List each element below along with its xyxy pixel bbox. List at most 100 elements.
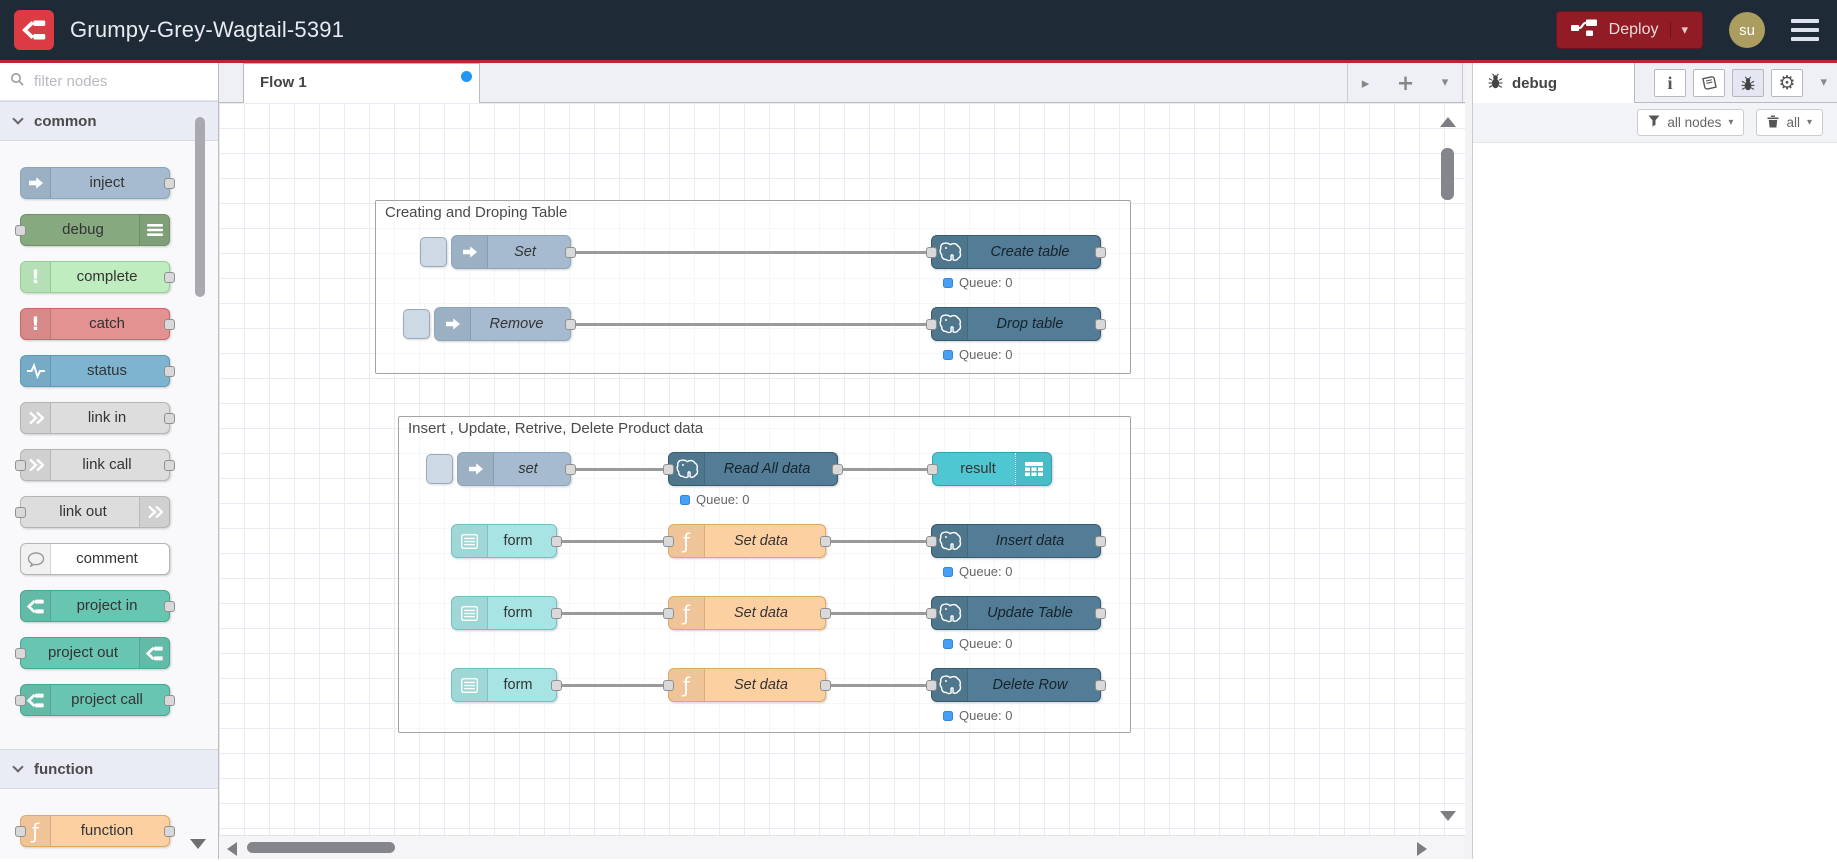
palette-category-function[interactable]: function xyxy=(0,749,218,789)
wire-set-data-to-insert-data[interactable] xyxy=(826,539,931,543)
node-set-data[interactable]: ƒ Set data xyxy=(663,596,831,630)
canvas-vertical-scrollbar-thumb[interactable] xyxy=(1441,148,1454,200)
wire-remove-to-drop-table[interactable] xyxy=(571,322,931,326)
node-port-in[interactable] xyxy=(15,826,26,837)
inject-trigger-button[interactable] xyxy=(426,454,453,484)
canvas-scroll-up-icon[interactable] xyxy=(1440,117,1456,127)
node-port-in[interactable] xyxy=(926,680,937,691)
node-port-out[interactable] xyxy=(164,826,175,837)
main-menu-icon[interactable] xyxy=(1787,15,1823,45)
node-port-out[interactable] xyxy=(551,608,562,619)
wire-set-data-to-delete-row[interactable] xyxy=(826,683,931,687)
node-port-in[interactable] xyxy=(15,460,26,471)
node-port-out[interactable] xyxy=(820,680,831,691)
node-port-out[interactable] xyxy=(565,464,576,475)
sidebar-collapse-chevron-icon[interactable]: ▾ xyxy=(1820,75,1827,90)
node-port-out[interactable] xyxy=(1095,319,1106,330)
node-port-out[interactable] xyxy=(551,680,562,691)
palette-node-project-in[interactable]: project in xyxy=(20,590,175,622)
inject-trigger-button[interactable] xyxy=(420,237,447,267)
node-port-out[interactable] xyxy=(565,247,576,258)
palette-filter-input[interactable] xyxy=(32,72,192,91)
node-port-in[interactable] xyxy=(926,536,937,547)
node-port-out[interactable] xyxy=(1095,608,1106,619)
palette-scrollbar-thumb[interactable] xyxy=(195,117,205,297)
tab-debug[interactable]: debug xyxy=(1473,63,1635,103)
node-port-out[interactable] xyxy=(164,413,175,424)
node-port-in[interactable] xyxy=(926,247,937,258)
settings-tab-button[interactable]: ⚙ xyxy=(1771,69,1803,97)
canvas-scroll-left-icon[interactable] xyxy=(227,842,237,856)
sidebar-splitter[interactable] xyxy=(1465,63,1473,859)
node-result[interactable]: result xyxy=(927,452,1052,486)
node-port-out[interactable] xyxy=(164,319,175,330)
node-port-in[interactable] xyxy=(663,464,674,475)
palette-node-complete[interactable]: ! complete xyxy=(20,261,175,293)
node-port-in[interactable] xyxy=(663,536,674,547)
node-set-data[interactable]: ƒ Set data xyxy=(663,668,831,702)
node-port-out[interactable] xyxy=(164,460,175,471)
node-port-out[interactable] xyxy=(551,536,562,547)
canvas-scroll-down-icon[interactable] xyxy=(1440,811,1456,821)
palette-node-link-in[interactable]: link in xyxy=(20,402,175,434)
flow-group-creating-and-droping-table[interactable]: Creating and Droping Table xyxy=(375,200,1131,374)
palette-node-link-out[interactable]: link out xyxy=(15,496,170,528)
node-port-in[interactable] xyxy=(15,648,26,659)
node-port-out[interactable] xyxy=(164,601,175,612)
wire-form-to-set-data[interactable] xyxy=(557,611,668,615)
node-port-out[interactable] xyxy=(1095,247,1106,258)
debug-filter-button[interactable]: all nodes ▾ xyxy=(1637,109,1745,136)
palette-node-debug[interactable]: debug xyxy=(15,214,170,246)
canvas-horizontal-scrollbar-thumb[interactable] xyxy=(247,842,395,853)
wire-set-to-create-table[interactable] xyxy=(571,250,931,254)
node-port-in[interactable] xyxy=(663,608,674,619)
node-form[interactable]: form xyxy=(451,596,562,630)
node-port-out[interactable] xyxy=(565,319,576,330)
node-port-in[interactable] xyxy=(15,507,26,518)
debug-clear-button[interactable]: all ▾ xyxy=(1756,109,1823,136)
info-tab-button[interactable]: i xyxy=(1654,69,1686,97)
node-port-out[interactable] xyxy=(164,366,175,377)
wire-set-to-read-all-data[interactable] xyxy=(571,467,668,471)
flow-canvas[interactable]: Creating and Droping Table Insert , Updat… xyxy=(219,103,1465,859)
palette-node-function[interactable]: ƒ function xyxy=(15,815,175,847)
wire-form-to-set-data[interactable] xyxy=(557,539,668,543)
node-port-out[interactable] xyxy=(820,536,831,547)
node-delete-row[interactable]: Delete Row xyxy=(926,668,1106,702)
node-insert-data[interactable]: Insert data xyxy=(926,524,1106,558)
deploy-button[interactable]: Deploy ▾ xyxy=(1555,11,1703,49)
node-remove[interactable]: Remove xyxy=(434,307,576,341)
wire-set-data-to-update-table[interactable] xyxy=(826,611,931,615)
palette-node-project-out[interactable]: project out xyxy=(15,637,170,669)
palette-scroll-down-icon[interactable] xyxy=(190,839,206,849)
node-set[interactable]: Set xyxy=(451,235,576,269)
node-create-table[interactable]: Create table xyxy=(926,235,1106,269)
add-flow-icon[interactable]: + xyxy=(1397,71,1415,95)
node-port-in[interactable] xyxy=(663,680,674,691)
node-update-table[interactable]: Update Table xyxy=(926,596,1106,630)
node-port-out[interactable] xyxy=(820,608,831,619)
palette-node-link-call[interactable]: link call xyxy=(15,449,175,481)
node-port-in[interactable] xyxy=(15,225,26,236)
node-port-out[interactable] xyxy=(1095,680,1106,691)
node-form[interactable]: form xyxy=(451,668,562,702)
tab-flow-1[interactable]: Flow 1 xyxy=(243,63,480,103)
node-port-in[interactable] xyxy=(927,464,938,475)
node-read-all-data[interactable]: Read All data xyxy=(663,452,843,486)
wire-read-all-data-to-result[interactable] xyxy=(838,467,932,471)
node-port-out[interactable] xyxy=(164,272,175,283)
next-tab-icon[interactable]: ▸ xyxy=(1362,74,1370,92)
node-drop-table[interactable]: Drop table xyxy=(926,307,1106,341)
node-port-out[interactable] xyxy=(164,695,175,706)
palette-node-inject[interactable]: inject xyxy=(20,167,175,199)
deploy-options-chevron-icon[interactable]: ▾ xyxy=(1670,22,1688,38)
palette-node-project-call[interactable]: project call xyxy=(15,684,175,716)
node-form[interactable]: form xyxy=(451,524,562,558)
node-port-in[interactable] xyxy=(926,608,937,619)
flow-list-chevron-icon[interactable]: ▾ xyxy=(1442,75,1449,90)
node-port-out[interactable] xyxy=(1095,536,1106,547)
node-set-data[interactable]: ƒ Set data xyxy=(663,524,831,558)
palette-category-common[interactable]: common xyxy=(0,101,218,141)
help-tab-button[interactable] xyxy=(1693,69,1725,97)
node-port-in[interactable] xyxy=(926,319,937,330)
